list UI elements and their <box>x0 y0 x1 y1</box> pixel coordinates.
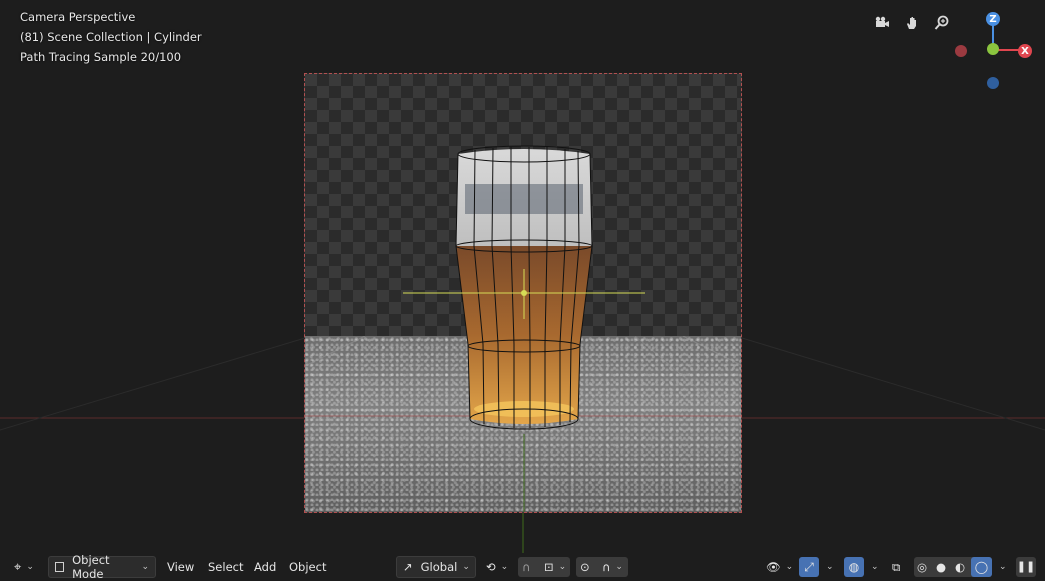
chevron-down-icon: ⌄ <box>871 562 879 572</box>
chevron-down-icon: ⌄ <box>615 562 623 572</box>
gizmo-toggle[interactable]: ⤢ <box>799 557 819 577</box>
camera-render-frame <box>304 73 742 513</box>
chevron-down-icon: ⌄ <box>462 562 470 572</box>
snap-toggle[interactable]: ∩ <box>518 556 540 578</box>
object-mode-icon <box>55 562 65 572</box>
gizmo-icon: ⤢ <box>804 560 814 574</box>
render-status-label: Path Tracing Sample 20/100 <box>20 50 182 64</box>
chevron-down-icon: ⌄ <box>826 562 834 572</box>
beer-glass-render <box>403 145 645 512</box>
proportional-edit-icon: ⊙ <box>580 560 590 574</box>
material-sphere-icon: ◐ <box>955 560 966 574</box>
editor-type-selector[interactable]: ⌖ ⌄ <box>8 556 42 578</box>
snap-target-dropdown[interactable]: ⊡ ⌄ <box>540 556 570 578</box>
shading-solid[interactable]: ● <box>933 556 952 578</box>
xray-toggle[interactable]: ⧉ <box>888 556 910 578</box>
shading-material[interactable]: ◐ <box>952 556 971 578</box>
snap-increment-icon: ⊡ <box>544 560 554 574</box>
view-name-label: Camera Perspective <box>20 10 136 24</box>
chevron-down-icon: ⌄ <box>141 562 149 572</box>
chevron-down-icon: ⌄ <box>500 562 509 572</box>
overlays-dropdown[interactable]: ⌄ <box>864 556 882 578</box>
pause-icon: ❚❚ <box>1016 560 1036 573</box>
pause-render-button[interactable]: ❚❚ <box>1016 557 1036 577</box>
chevron-down-icon: ⌄ <box>785 562 794 572</box>
proportional-falloff-dropdown[interactable]: ∩ ⌄ <box>598 556 628 578</box>
shading-wireframe[interactable]: ◎ <box>914 556 933 578</box>
transform-gizmo-icon: ⌖ <box>14 559 22 575</box>
pivot-icon: ⟲ <box>486 560 496 574</box>
shading-rendered[interactable]: ◯ <box>971 557 992 577</box>
neg-z-axis-handle[interactable] <box>987 77 999 89</box>
x-axis-handle[interactable]: X <box>1018 44 1032 58</box>
orientation-icon: ↗ <box>403 560 413 574</box>
proportional-edit-toggle[interactable]: ⊙ <box>576 556 598 578</box>
rendered-sphere-icon: ◯ <box>974 560 989 574</box>
mode-dropdown[interactable]: Object Mode ⌄ <box>48 553 156 581</box>
visibility-dropdown[interactable]: 👁 ⌄ <box>760 556 796 578</box>
falloff-curve-icon: ∩ <box>602 560 611 574</box>
shading-dropdown[interactable]: ⌄ <box>992 556 1010 578</box>
wireframe-sphere-icon: ◎ <box>917 560 928 574</box>
mode-label: Object Mode <box>72 553 110 581</box>
camera-icon[interactable] <box>870 11 894 35</box>
chevron-down-icon: ⌄ <box>999 562 1007 572</box>
pivot-point-dropdown[interactable]: ⟲ ⌄ <box>480 556 514 578</box>
eye-icon: 👁 <box>766 560 781 574</box>
y-axis-handle[interactable] <box>987 43 999 55</box>
chevron-down-icon: ⌄ <box>26 562 34 572</box>
magnet-icon: ∩ <box>522 560 531 574</box>
menu-view[interactable]: View <box>161 556 200 578</box>
menu-object[interactable]: Object <box>283 556 332 578</box>
chevron-down-icon: ⌄ <box>558 562 567 572</box>
transform-orientation-dropdown[interactable]: ↗ Global ⌄ <box>396 556 476 578</box>
hand-pan-icon[interactable] <box>900 11 924 35</box>
menu-select[interactable]: Select <box>202 556 249 578</box>
collection-label: (81) Scene Collection | Cylinder <box>20 30 202 44</box>
viewport-header: ⌖ ⌄ Object Mode ⌄ View Select Add Object … <box>0 553 1045 581</box>
overlays-icon: ◍ <box>848 560 860 574</box>
neg-x-axis-handle[interactable] <box>955 45 967 57</box>
orientation-label: Global <box>420 560 458 574</box>
gizmo-dropdown[interactable]: ⌄ <box>819 556 837 578</box>
menu-add[interactable]: Add <box>248 556 282 578</box>
solid-sphere-icon: ● <box>936 560 947 574</box>
z-axis-handle[interactable]: Z <box>986 12 1000 26</box>
xray-icon: ⧉ <box>892 559 901 574</box>
overlays-toggle[interactable]: ◍ <box>844 557 864 577</box>
3d-viewport[interactable]: Camera Perspective (81) Scene Collection… <box>0 0 1045 581</box>
